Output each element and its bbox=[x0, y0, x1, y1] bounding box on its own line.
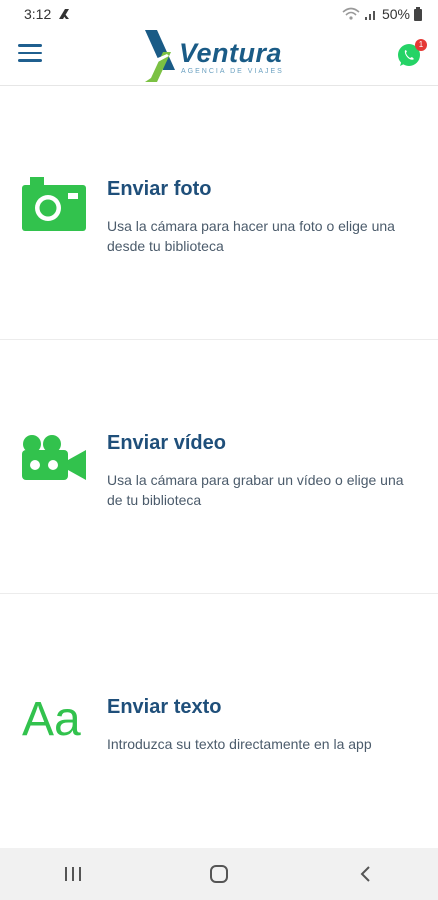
brand-logo: Ventura AGENCIA DE VIAJES bbox=[143, 30, 303, 82]
status-time: 3:12 bbox=[24, 6, 52, 22]
system-navigation-bar bbox=[0, 848, 438, 900]
send-video-title: Enviar vídeo bbox=[107, 432, 226, 454]
text-icon: Aa bbox=[22, 693, 81, 746]
recent-apps-button[interactable] bbox=[43, 854, 103, 894]
whatsapp-button[interactable]: 1 bbox=[396, 39, 427, 70]
send-photo-title: Enviar foto bbox=[107, 178, 212, 200]
logo-mark-icon bbox=[145, 30, 175, 82]
send-photo-description: Usa la cámara para hacer una foto o elig… bbox=[107, 218, 395, 254]
send-photo-option[interactable]: Enviar foto Usa la cámara para hacer una… bbox=[0, 86, 438, 340]
video-camera-icon bbox=[22, 435, 86, 480]
camera-icon bbox=[22, 177, 86, 231]
back-button[interactable] bbox=[335, 854, 395, 894]
send-video-description: Usa la cámara para grabar un vídeo o eli… bbox=[107, 472, 404, 508]
wifi-icon bbox=[342, 7, 360, 20]
status-right: 50% bbox=[342, 6, 422, 22]
notification-icon bbox=[59, 9, 70, 19]
status-bar: 3:12 50% bbox=[0, 0, 438, 28]
hamburger-menu-icon[interactable] bbox=[18, 44, 42, 64]
battery-icon bbox=[414, 7, 422, 21]
brand-name: Ventura bbox=[179, 38, 283, 68]
notification-badge: 1 bbox=[415, 39, 427, 51]
status-left: 3:12 bbox=[24, 6, 71, 22]
home-button[interactable] bbox=[189, 854, 249, 894]
recent-apps-icon bbox=[65, 867, 81, 881]
send-text-option[interactable]: Aa Enviar texto Introduzca su texto dire… bbox=[0, 594, 438, 848]
back-icon bbox=[360, 866, 370, 882]
send-video-option[interactable]: Enviar vídeo Usa la cámara para grabar u… bbox=[0, 340, 438, 594]
signal-icon bbox=[364, 11, 375, 20]
home-icon bbox=[210, 865, 228, 883]
brand-tagline: AGENCIA DE VIAJES bbox=[181, 68, 284, 75]
app-header: Ventura AGENCIA DE VIAJES 1 bbox=[0, 28, 438, 86]
send-text-title: Enviar texto bbox=[107, 696, 222, 718]
battery-level: 50% bbox=[381, 6, 410, 22]
send-text-description: Introduzca su texto directamente en la a… bbox=[107, 736, 372, 752]
